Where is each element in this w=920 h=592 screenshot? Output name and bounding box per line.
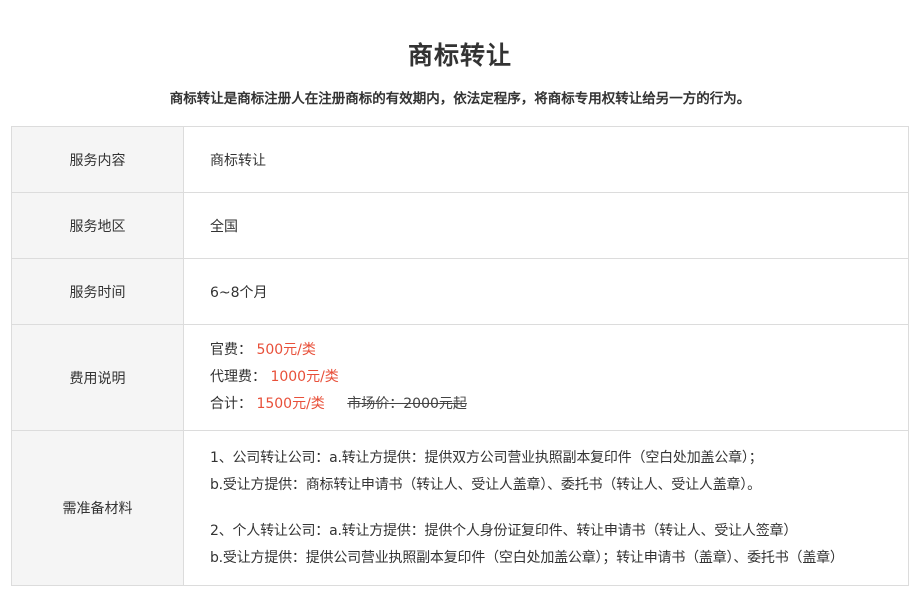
materials-value: 1、公司转让公司：a.转让方提供：提供双方公司营业执照副本复印件（空白处加盖公章… (183, 430, 909, 586)
page-title: 商标转让 (407, 41, 512, 70)
table-row-service-time: 服务时间 6~8个月 (11, 258, 909, 325)
market-price: 市场价：2000元起 (347, 396, 467, 412)
materials-label: 需准备材料 (11, 430, 184, 586)
materials-line: 2、个人转让公司：a.转让方提供：提供个人身份证复印件、转让申请书（转让人、受让… (210, 522, 798, 539)
service-info-table: 服务内容 商标转让 服务地区 全国 服务时间 6~8个月 费用说明 官费： 50… (11, 126, 909, 586)
fees-label: 费用说明 (11, 324, 184, 431)
agency-fee-value: 1000元/类 (270, 369, 339, 385)
agency-fee-label: 代理费： (210, 369, 266, 385)
materials-line: b.受让方提供：提供公司营业执照副本复印件（空白处加盖公章）；转让申请书（盖章）… (210, 549, 844, 566)
service-time-label: 服务时间 (11, 258, 184, 325)
official-fee-label: 官费： (210, 342, 252, 358)
official-fee-value: 500元/类 (256, 342, 316, 358)
service-time-value: 6~8个月 (183, 258, 909, 325)
fees-value: 官费： 500元/类 代理费： 1000元/类 合计： 1500元/类 市场价：… (183, 324, 909, 431)
service-content-value: 商标转让 (183, 126, 909, 193)
service-content-label: 服务内容 (11, 126, 184, 193)
agency-fee-line: 代理费： 1000元/类 (210, 364, 907, 391)
table-row-service-content: 服务内容 商标转让 (11, 126, 909, 193)
materials-line: b.受让方提供：商标转让申请书（转让人、受让人盖章）、委托书（转让人、受让人盖章… (210, 476, 761, 493)
materials-line: 1、公司转让公司：a.转让方提供：提供双方公司营业执照副本复印件（空白处加盖公章… (210, 449, 763, 466)
service-area-value: 全国 (183, 192, 909, 259)
total-fee-value: 1500元/类 (256, 396, 325, 412)
total-fee-label: 合计： (210, 396, 252, 412)
table-row-service-area: 服务地区 全国 (11, 192, 909, 259)
total-fee-line: 合计： 1500元/类 市场价：2000元起 (210, 391, 907, 418)
official-fee-line: 官费： 500元/类 (210, 337, 907, 364)
page-subtitle: 商标转让是商标注册人在注册商标的有效期内，依法定程序，将商标专用权转让给另一方的… (169, 91, 751, 107)
table-row-materials: 需准备材料 1、公司转让公司：a.转让方提供：提供双方公司营业执照副本复印件（空… (11, 430, 909, 586)
materials-spacer (210, 499, 907, 518)
service-area-label: 服务地区 (11, 192, 184, 259)
table-row-fees: 费用说明 官费： 500元/类 代理费： 1000元/类 合计： 1500元/类… (11, 324, 909, 431)
